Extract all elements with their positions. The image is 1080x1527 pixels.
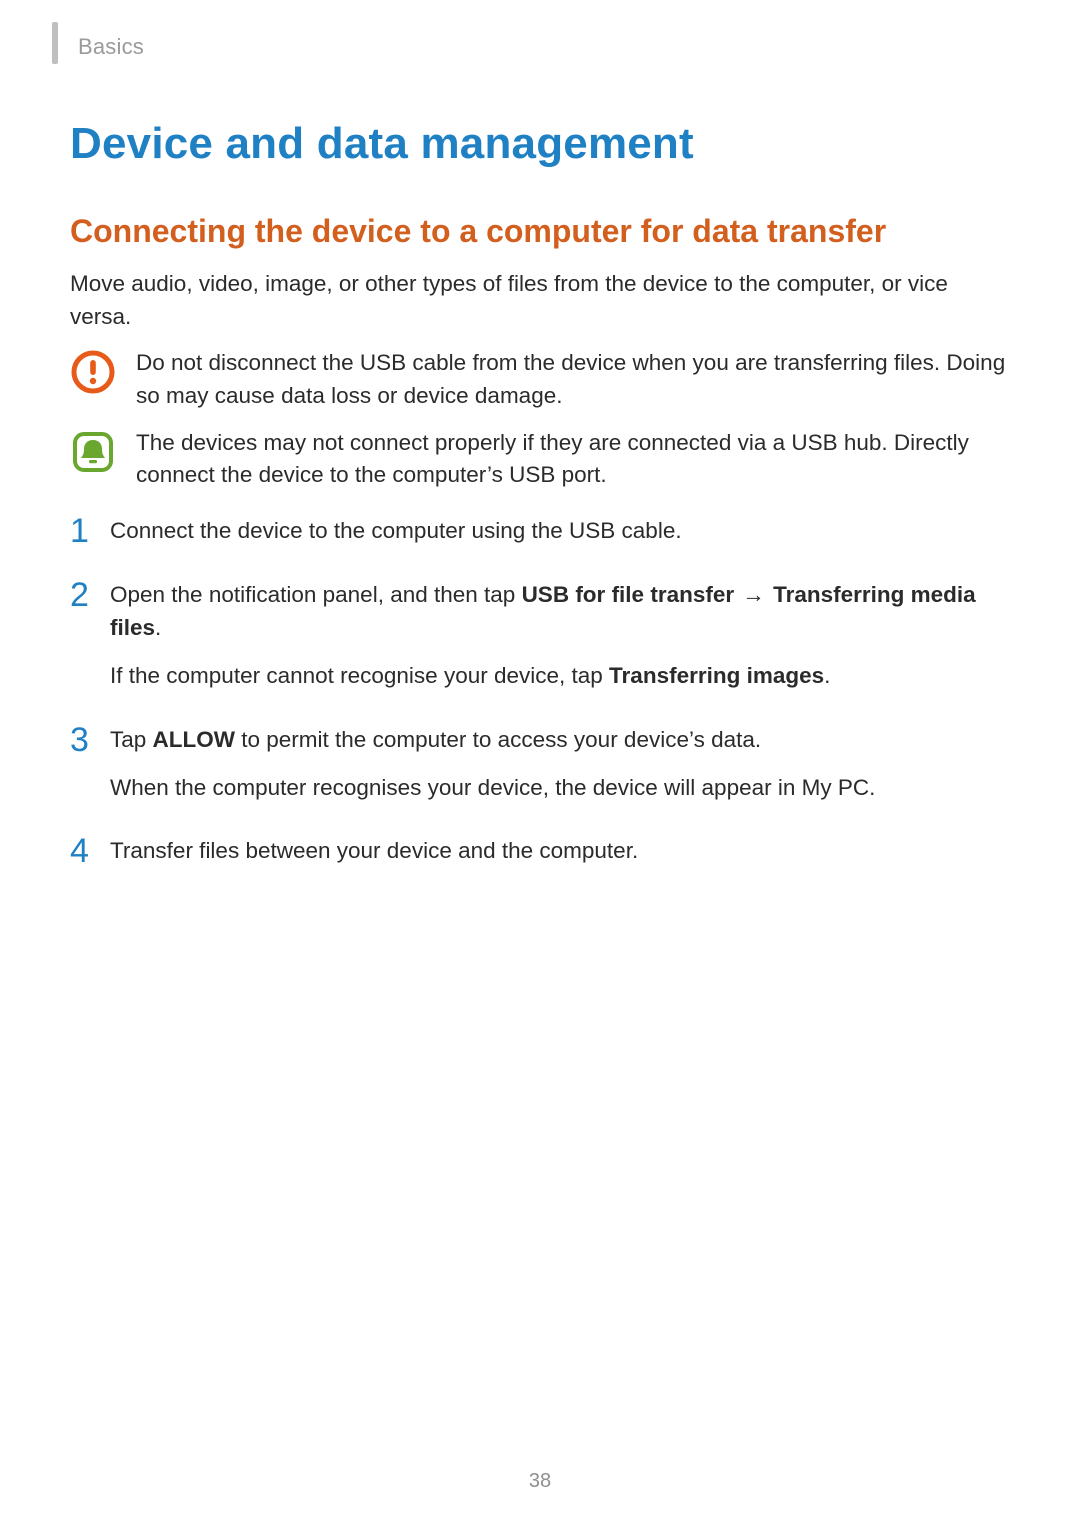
caution-icon xyxy=(70,349,116,395)
step-4: Transfer files between your device and t… xyxy=(70,834,1010,868)
step-2-sub-bold: Transferring images xyxy=(609,663,824,688)
step-2-bold-1: USB for file transfer xyxy=(522,582,735,607)
step-2-text-post: . xyxy=(155,615,161,640)
steps-list: Connect the device to the computer using… xyxy=(70,514,1010,868)
step-4-text: Transfer files between your device and t… xyxy=(110,838,638,863)
step-3-text-pre: Tap xyxy=(110,727,153,752)
step-2-text-pre: Open the notification panel, and then ta… xyxy=(110,582,522,607)
step-3-subtext: When the computer recognises your device… xyxy=(110,771,1010,805)
intro-paragraph: Move audio, video, image, or other types… xyxy=(70,268,1010,333)
page-number: 38 xyxy=(0,1470,1080,1493)
step-2-subtext: If the computer cannot recognise your de… xyxy=(110,659,1010,693)
document-page: Basics Device and data management Connec… xyxy=(0,0,1080,1527)
note-icon xyxy=(70,429,116,475)
step-1: Connect the device to the computer using… xyxy=(70,514,1010,548)
step-3-text-post: to permit the computer to access your de… xyxy=(235,727,761,752)
arrow-icon: → xyxy=(734,582,773,607)
section-heading: Connecting the device to a computer for … xyxy=(70,213,1010,250)
page-title: Device and data management xyxy=(70,119,1010,169)
step-3: Tap ALLOW to permit the computer to acce… xyxy=(70,723,1010,805)
breadcrumb-section: Basics xyxy=(78,34,144,60)
note-callout: The devices may not connect properly if … xyxy=(70,427,1010,492)
caution-text: Do not disconnect the USB cable from the… xyxy=(136,347,1010,412)
caution-callout: Do not disconnect the USB cable from the… xyxy=(70,347,1010,412)
step-3-bold: ALLOW xyxy=(153,727,235,752)
step-2: Open the notification panel, and then ta… xyxy=(70,578,1010,693)
step-2-sub-post: . xyxy=(824,663,830,688)
header-tab-marker xyxy=(52,22,58,64)
note-text: The devices may not connect properly if … xyxy=(136,427,1010,492)
step-2-sub-pre: If the computer cannot recognise your de… xyxy=(110,663,609,688)
page-header: Basics xyxy=(70,30,1010,64)
step-1-text: Connect the device to the computer using… xyxy=(110,518,682,543)
